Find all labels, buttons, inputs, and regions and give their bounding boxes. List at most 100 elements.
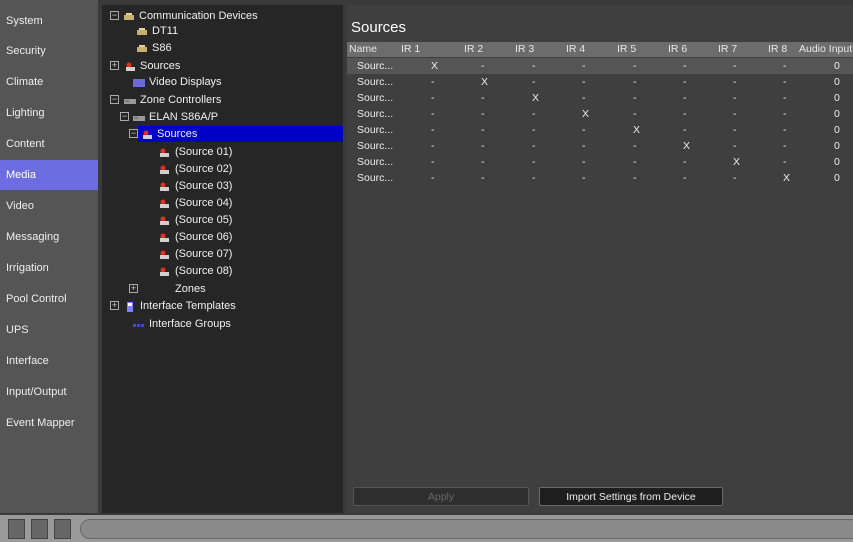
ir-cell[interactable]: -	[532, 106, 536, 122]
ir-cell[interactable]: X	[633, 122, 640, 138]
collapse-icon[interactable]: −	[110, 95, 119, 104]
column-header-name[interactable]: Name	[349, 42, 377, 57]
ir-cell[interactable]: -	[633, 138, 637, 154]
ir-cell[interactable]: -	[431, 74, 435, 90]
ir-cell[interactable]: -	[683, 74, 687, 90]
nav-item-interface[interactable]: Interface	[0, 346, 98, 376]
tree-item-zones[interactable]: + Zones	[102, 281, 343, 297]
tree-item-sources[interactable]: − Sources	[129, 126, 343, 142]
ir-cell[interactable]: -	[733, 106, 737, 122]
ir-cell[interactable]: -	[783, 122, 787, 138]
table-row[interactable]: Sourc... - - - - - X - - 0	[347, 138, 853, 154]
ir-cell[interactable]: -	[481, 170, 485, 186]
ir-cell[interactable]: -	[431, 122, 435, 138]
nav-item-messaging[interactable]: Messaging	[0, 222, 98, 252]
tree-item-zone-controllers[interactable]: − Zone Controllers	[102, 92, 343, 108]
nav-item-ups[interactable]: UPS	[0, 315, 98, 345]
ir-cell[interactable]: X	[532, 90, 539, 106]
tree-item-video-displays[interactable]: Video Displays	[102, 74, 343, 90]
column-header-ir-8[interactable]: IR 8	[768, 42, 787, 57]
tree-item-s86[interactable]: S86	[102, 40, 343, 56]
column-header-ir-2[interactable]: IR 2	[464, 42, 483, 57]
ir-cell[interactable]: -	[481, 106, 485, 122]
ir-cell[interactable]: -	[431, 106, 435, 122]
tree-item-source-07[interactable]: (Source 07)	[102, 246, 343, 262]
column-header-ir-5[interactable]: IR 5	[617, 42, 636, 57]
ir-cell[interactable]: -	[633, 154, 637, 170]
nav-item-security[interactable]: Security	[0, 36, 98, 66]
ir-cell[interactable]: -	[783, 90, 787, 106]
ir-cell[interactable]: -	[481, 138, 485, 154]
ir-cell[interactable]: -	[783, 106, 787, 122]
tree-item-dt11[interactable]: DT11	[102, 23, 343, 39]
column-header-ir-7[interactable]: IR 7	[718, 42, 737, 57]
tree-item-source-04[interactable]: (Source 04)	[102, 195, 343, 211]
collapse-icon[interactable]: −	[120, 112, 129, 121]
ir-cell[interactable]: -	[481, 90, 485, 106]
ir-cell[interactable]: -	[481, 154, 485, 170]
table-row[interactable]: Sourc... - - - - - - X - 0	[347, 154, 853, 170]
tree-item-source-08[interactable]: (Source 08)	[102, 263, 343, 279]
ir-cell[interactable]: -	[783, 154, 787, 170]
ir-cell[interactable]: -	[633, 170, 637, 186]
ir-cell[interactable]: -	[633, 58, 637, 74]
column-header-ir-1[interactable]: IR 1	[401, 42, 420, 57]
apply-button[interactable]: Apply	[353, 487, 529, 506]
tree-item-interface-groups[interactable]: Interface Groups	[102, 316, 343, 332]
nav-item-event-mapper[interactable]: Event Mapper	[0, 408, 98, 438]
ir-cell[interactable]: X	[733, 154, 740, 170]
ir-cell[interactable]: -	[733, 90, 737, 106]
ir-cell[interactable]: -	[532, 74, 536, 90]
ir-cell[interactable]: -	[431, 154, 435, 170]
table-row[interactable]: Sourc... - - - - X - - - 0	[347, 122, 853, 138]
ir-cell[interactable]: -	[532, 122, 536, 138]
audio-input-cell[interactable]: 0	[834, 170, 840, 186]
ir-cell[interactable]: -	[633, 90, 637, 106]
ir-cell[interactable]: X	[783, 170, 790, 186]
tree-item-source-01[interactable]: (Source 01)	[102, 144, 343, 160]
column-header-ir-3[interactable]: IR 3	[515, 42, 534, 57]
ir-cell[interactable]: -	[683, 154, 687, 170]
audio-input-cell[interactable]: 0	[834, 90, 840, 106]
nav-item-irrigation[interactable]: Irrigation	[0, 253, 98, 283]
import-settings-button[interactable]: Import Settings from Device	[539, 487, 723, 506]
nav-item-content[interactable]: Content	[0, 129, 98, 159]
table-row[interactable]: Sourc... - - X - - - - - 0	[347, 90, 853, 106]
tree-item-interface-templates[interactable]: + Interface Templates	[102, 298, 343, 314]
expand-icon[interactable]: +	[110, 61, 119, 70]
ir-cell[interactable]: -	[783, 74, 787, 90]
collapse-icon[interactable]: −	[110, 11, 119, 20]
nav-item-pool-control[interactable]: Pool Control	[0, 284, 98, 314]
ir-cell[interactable]: -	[733, 138, 737, 154]
ir-cell[interactable]: -	[532, 138, 536, 154]
nav-item-input-output[interactable]: Input/Output	[0, 377, 98, 407]
expand-icon[interactable]: +	[110, 301, 119, 310]
ir-cell[interactable]: -	[431, 90, 435, 106]
ir-cell[interactable]: -	[532, 154, 536, 170]
ir-cell[interactable]: -	[532, 170, 536, 186]
table-row[interactable]: Sourc... X - - - - - - - 0	[347, 58, 853, 74]
nav-item-media[interactable]: Media	[0, 160, 98, 190]
ir-cell[interactable]: -	[683, 106, 687, 122]
ir-cell[interactable]: -	[481, 122, 485, 138]
audio-input-cell[interactable]: 0	[834, 138, 840, 154]
ir-cell[interactable]: -	[783, 138, 787, 154]
nav-item-lighting[interactable]: Lighting	[0, 98, 98, 128]
ir-cell[interactable]: X	[431, 58, 438, 74]
column-header-ir-6[interactable]: IR 6	[668, 42, 687, 57]
ir-cell[interactable]: -	[683, 122, 687, 138]
ir-cell[interactable]: -	[431, 138, 435, 154]
ir-cell[interactable]: -	[582, 90, 586, 106]
collapse-icon[interactable]: −	[129, 129, 138, 138]
table-row[interactable]: Sourc... - - - X - - - - 0	[347, 106, 853, 122]
ir-cell[interactable]: -	[683, 90, 687, 106]
table-row[interactable]: Sourc... - X - - - - - - 0	[347, 74, 853, 90]
ir-cell[interactable]: X	[683, 138, 690, 154]
nav-item-system[interactable]: System	[0, 6, 98, 36]
expand-icon[interactable]: +	[129, 284, 138, 293]
ir-cell[interactable]: -	[633, 74, 637, 90]
ir-cell[interactable]: -	[633, 106, 637, 122]
ir-cell[interactable]: -	[582, 58, 586, 74]
ir-cell[interactable]: -	[481, 58, 485, 74]
audio-input-cell[interactable]: 0	[834, 122, 840, 138]
